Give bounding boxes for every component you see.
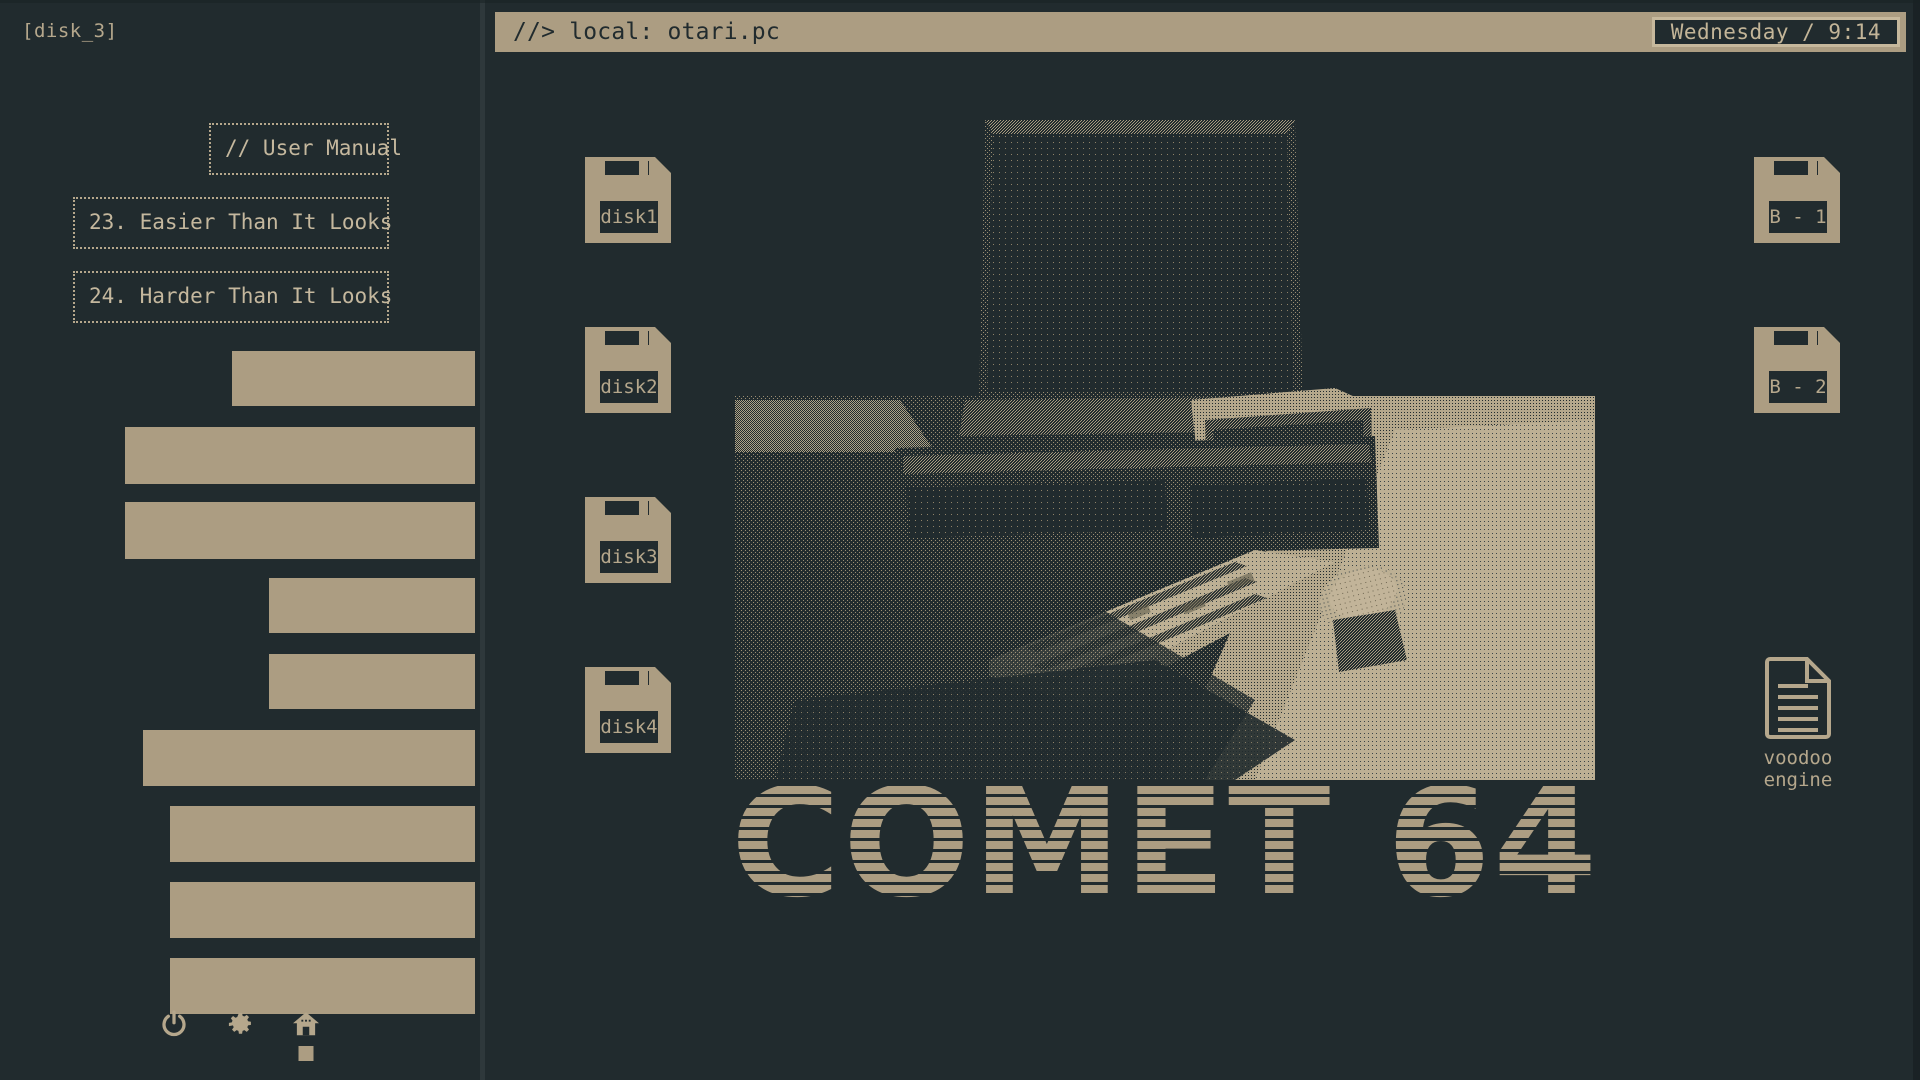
sidebar-bar-7[interactable]	[170, 806, 475, 862]
menu-item-harder-than-it-looks[interactable]: 24. Harder Than It Looks	[73, 271, 392, 323]
topbar: //> local: otari.pc Wednesday / 9:14	[495, 12, 1906, 52]
window-edge-top	[0, 0, 1920, 3]
settings-button[interactable]	[223, 1006, 257, 1042]
sidebar-bar-4[interactable]	[269, 578, 475, 633]
main-panel: //> local: otari.pc Wednesday / 9:14 dis…	[485, 0, 1920, 1080]
document-icon	[1763, 655, 1833, 741]
window-edge-right	[1913, 0, 1920, 1080]
dithered-computer-photo	[735, 100, 1595, 780]
svg-text:disk2: disk2	[600, 376, 657, 398]
svg-text:disk3: disk3	[600, 546, 657, 568]
sidebar-bar-2[interactable]	[125, 427, 475, 484]
home-icon	[290, 1009, 322, 1039]
hero-image	[735, 100, 1595, 780]
power-button[interactable]	[157, 1006, 191, 1042]
sidebar-bar-5[interactable]	[269, 654, 475, 709]
disk-icon-b-1[interactable]: B - 1	[1752, 155, 1842, 245]
sidebar: [disk_3] // User Manual 23. Easier Than …	[0, 0, 485, 1080]
home-button[interactable]	[289, 1006, 323, 1061]
active-tab-indicator	[298, 1046, 314, 1061]
menu-item-user-manual[interactable]: // User Manual	[209, 123, 402, 175]
svg-text:disk1: disk1	[600, 206, 657, 228]
disk-icon-disk4[interactable]: disk4	[583, 665, 673, 755]
disk-icon-disk2[interactable]: disk2	[583, 325, 673, 415]
logo-svg: COMET 64	[735, 775, 1595, 925]
sidebar-bar-8[interactable]	[170, 882, 475, 938]
comet-64-logo: COMET 64	[735, 775, 1595, 925]
sidebar-icon-tray	[0, 1006, 480, 1062]
sidebar-bar-3[interactable]	[125, 502, 475, 559]
disk-column-left: disk1 disk2 disk3 disk4	[583, 155, 673, 755]
document-label: voodoo engine	[1763, 747, 1833, 792]
clock-widget[interactable]: Wednesday / 9:14	[1651, 17, 1900, 47]
svg-text:B - 2: B - 2	[1769, 376, 1826, 398]
disk-column-right: B - 1 B - 2	[1752, 155, 1842, 415]
desktop-root: [disk_3] // User Manual 23. Easier Than …	[0, 0, 1920, 1080]
gear-icon	[227, 1011, 254, 1038]
document-icon-voodoo-engine[interactable]: voodoo engine	[1738, 655, 1858, 792]
svg-text:disk4: disk4	[600, 716, 657, 738]
disk-icon-disk1[interactable]: disk1	[583, 155, 673, 245]
disk-label: [disk_3]	[22, 20, 118, 42]
sidebar-bar-6[interactable]	[143, 730, 475, 786]
power-icon	[159, 1009, 189, 1039]
svg-text:B - 1: B - 1	[1769, 206, 1826, 228]
location-path: //> local: otari.pc	[513, 19, 780, 45]
sidebar-bar-1[interactable]	[232, 351, 475, 406]
disk-icon-b-2[interactable]: B - 2	[1752, 325, 1842, 415]
disk-icon-disk3[interactable]: disk3	[583, 495, 673, 585]
menu-item-easier-than-it-looks[interactable]: 23. Easier Than It Looks	[73, 197, 392, 249]
clock-text: Wednesday / 9:14	[1670, 20, 1881, 44]
